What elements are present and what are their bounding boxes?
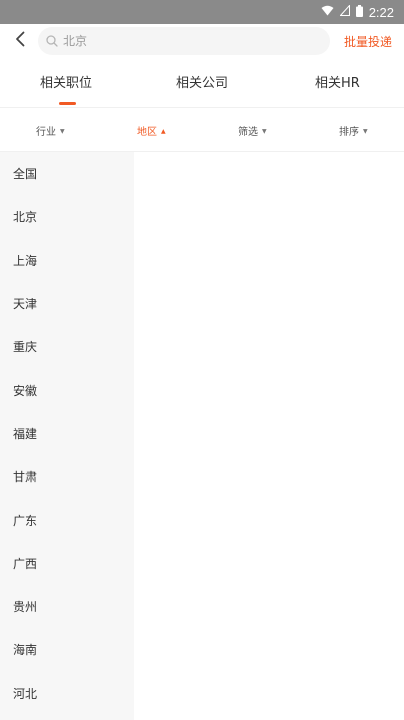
tab-indicator	[59, 102, 76, 105]
search-box[interactable]	[38, 27, 330, 55]
chevron-left-icon	[15, 31, 25, 51]
region-item[interactable]: 上海	[0, 239, 134, 282]
signal-icon	[339, 4, 350, 19]
battery-icon	[355, 4, 363, 20]
caret-down-icon: ▼	[60, 128, 65, 135]
filter-region[interactable]: 地区 ▲	[137, 123, 166, 138]
wifi-icon	[321, 5, 334, 19]
filter-industry[interactable]: 行业 ▼	[36, 123, 65, 138]
back-button[interactable]	[0, 24, 40, 58]
batch-apply-button[interactable]: 批量投递	[344, 33, 392, 50]
tab-related-jobs[interactable]: 相关职位	[40, 72, 92, 91]
region-item[interactable]: 海南	[0, 628, 134, 671]
region-item[interactable]: 重庆	[0, 325, 134, 368]
region-item[interactable]: 北京	[0, 195, 134, 238]
search-input[interactable]	[63, 34, 293, 48]
status-bar: 2:22	[0, 0, 404, 24]
status-time: 2:22	[368, 4, 394, 20]
filter-sort[interactable]: 排序 ▼	[339, 123, 368, 138]
caret-down-icon: ▼	[262, 128, 267, 135]
filter-label: 行业	[36, 127, 56, 138]
caret-down-icon: ▼	[363, 128, 368, 135]
region-item[interactable]: 福建	[0, 412, 134, 455]
search-row: 批量投递	[0, 24, 404, 58]
region-list: 全国 北京 上海 天津 重庆 安徽 福建 甘肃 广东 广西 贵州 海南 河北	[0, 152, 134, 720]
region-item[interactable]: 贵州	[0, 585, 134, 628]
region-item[interactable]: 天津	[0, 282, 134, 325]
filter-label: 筛选	[238, 127, 258, 138]
tab-related-companies[interactable]: 相关公司	[176, 72, 228, 91]
region-item[interactable]: 全国	[0, 152, 134, 195]
region-item[interactable]: 河北	[0, 672, 134, 715]
tab-related-hr[interactable]: 相关HR	[315, 72, 360, 91]
filter-bar: 行业 ▼ 地区 ▲ 筛选 ▼ 排序 ▼	[0, 108, 404, 152]
sub-region-panel	[134, 152, 404, 720]
caret-up-icon: ▲	[161, 128, 166, 135]
result-tabs: 相关职位 相关公司 相关HR	[0, 58, 404, 108]
filter-screen[interactable]: 筛选 ▼	[238, 123, 267, 138]
filter-label: 地区	[137, 127, 157, 138]
region-item[interactable]: 广西	[0, 542, 134, 585]
region-item[interactable]: 安徽	[0, 368, 134, 411]
status-icons: 2:22	[321, 4, 394, 20]
filter-label: 排序	[339, 127, 359, 138]
region-item[interactable]: 甘肃	[0, 455, 134, 498]
region-item[interactable]: 广东	[0, 498, 134, 541]
search-icon	[46, 32, 58, 51]
